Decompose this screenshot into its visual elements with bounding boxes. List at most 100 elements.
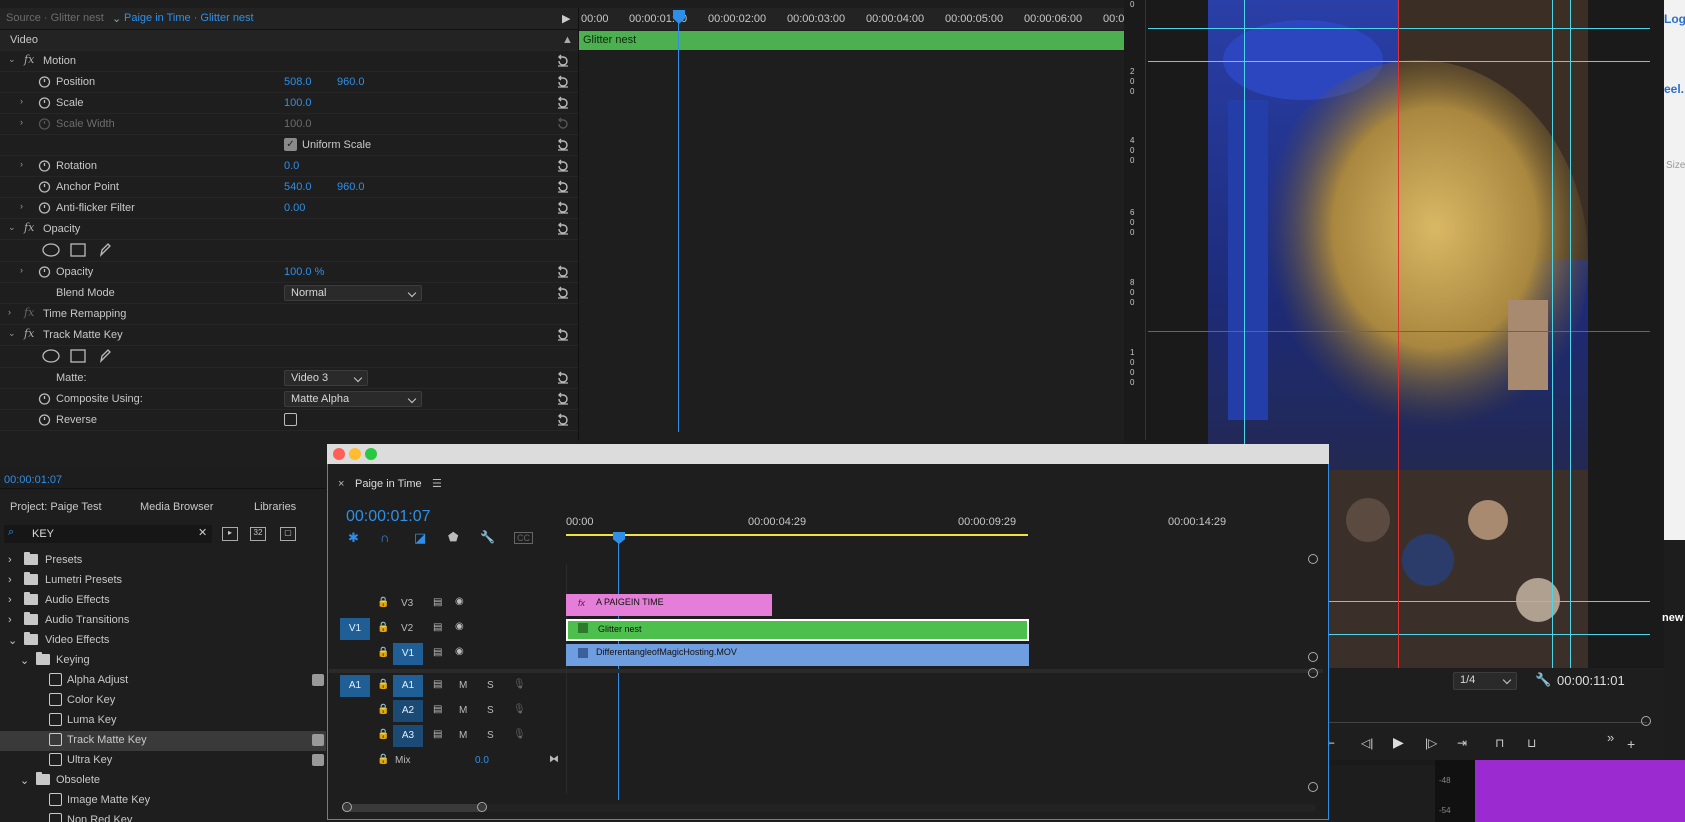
rotation-value[interactable]: 0.0 xyxy=(284,160,299,172)
sequence-tab[interactable]: Paige in Time xyxy=(355,478,422,490)
close-tab-icon[interactable]: × xyxy=(338,478,344,490)
ellipse-mask-icon[interactable] xyxy=(42,349,60,363)
opacity-section-row[interactable]: ⌄ fx Opacity xyxy=(0,219,578,240)
zoom-handle-left[interactable] xyxy=(342,802,352,812)
vertical-scroll-handle[interactable] xyxy=(1308,668,1318,678)
clip-video[interactable]: DifferentangleofMagicHosting.MOV xyxy=(566,644,1029,666)
chevron-down-icon[interactable]: ⌄ xyxy=(20,774,29,787)
mute-button[interactable]: M xyxy=(459,680,467,691)
stopwatch-icon[interactable] xyxy=(38,265,51,278)
chevron-right-icon[interactable]: › xyxy=(8,594,12,606)
reset-icon[interactable] xyxy=(556,75,570,89)
stopwatch-icon[interactable] xyxy=(38,201,51,214)
minimize-window-icon[interactable] xyxy=(349,448,361,460)
step-forward-icon[interactable]: |▷ xyxy=(1425,736,1437,750)
mix-value[interactable]: 0.0 xyxy=(475,755,489,766)
stopwatch-icon[interactable] xyxy=(38,180,51,193)
guide-vertical[interactable] xyxy=(1570,0,1571,668)
tab-effect-controls[interactable]: Paige in Time · Glitter nest xyxy=(124,12,254,24)
reset-icon[interactable] xyxy=(556,222,570,236)
anchor-y-value[interactable]: 960.0 xyxy=(337,181,365,193)
play-icon[interactable]: ▶ xyxy=(1393,734,1404,751)
tab-source[interactable]: Source · Glitter nest xyxy=(6,12,104,24)
reverse-checkbox[interactable] xyxy=(284,413,297,426)
list-item-color-key[interactable]: Color Key xyxy=(0,691,326,711)
stopwatch-icon[interactable] xyxy=(38,75,51,88)
linked-selection-icon[interactable]: ∩ xyxy=(380,530,389,545)
lock-icon[interactable]: 🔒 xyxy=(377,704,389,715)
source-patch-a1[interactable]: A1 xyxy=(340,675,370,697)
eye-icon[interactable]: ◉ xyxy=(455,646,464,657)
list-item-ultra-key[interactable]: Ultra Key xyxy=(0,751,326,771)
vertical-scroll-handle[interactable] xyxy=(1308,782,1318,792)
list-item-presets[interactable]: › Presets xyxy=(0,551,326,571)
reset-icon[interactable] xyxy=(556,265,570,279)
chevron-right-icon[interactable]: › xyxy=(20,201,23,211)
vertical-scroll-handle[interactable] xyxy=(1308,652,1318,662)
timeline-settings-icon[interactable]: 🔧 xyxy=(480,530,495,544)
sync-lock-icon[interactable]: ▤ xyxy=(433,597,442,608)
list-item-luma-key[interactable]: Luma Key xyxy=(0,711,326,731)
reset-icon[interactable] xyxy=(556,138,570,152)
sync-lock-icon[interactable]: ▤ xyxy=(433,647,442,658)
source-patch-v1[interactable]: V1 xyxy=(340,618,370,640)
effect-controls-ruler[interactable]: 00:00 00:00:01:00 00:00:02:00 00:00:03:0… xyxy=(579,8,1140,30)
lift-icon[interactable]: ⊓ xyxy=(1495,736,1504,750)
guide-horizontal[interactable] xyxy=(1148,28,1650,29)
scrub-bar[interactable] xyxy=(1327,722,1647,723)
timeline-ruler[interactable]: 00:00 00:00:04:29 00:00:09:29 00:00:14:2… xyxy=(566,510,1322,538)
list-item-keying[interactable]: ⌄ Keying xyxy=(0,651,326,671)
close-window-icon[interactable] xyxy=(333,448,345,460)
timeline-timecode[interactable]: 00:00:01:07 xyxy=(346,508,431,526)
chevron-right-icon[interactable]: › xyxy=(20,265,23,275)
time-remapping-row[interactable]: › fx Time Remapping xyxy=(0,304,578,325)
extract-icon[interactable]: ⊔ xyxy=(1527,736,1536,750)
position-x-value[interactable]: 508.0 xyxy=(284,76,312,88)
guide-center-horizontal[interactable] xyxy=(1148,331,1650,332)
clip-glitter-nest[interactable]: Glitter nest xyxy=(566,619,1029,641)
reset-icon[interactable] xyxy=(556,96,570,110)
sync-lock-icon[interactable]: ▤ xyxy=(433,679,442,690)
clear-search-icon[interactable]: ✕ xyxy=(198,526,207,539)
reset-icon[interactable] xyxy=(556,286,570,300)
guide-vertical[interactable] xyxy=(1552,0,1553,668)
vertical-scroll-handle[interactable] xyxy=(1308,554,1318,564)
chevron-right-icon[interactable]: › xyxy=(20,117,23,127)
track-target-a1[interactable]: A1 xyxy=(393,675,423,697)
solo-button[interactable]: S xyxy=(487,680,494,691)
track-divider[interactable] xyxy=(329,669,1323,673)
lock-icon[interactable]: 🔒 xyxy=(377,647,389,658)
tab-libraries[interactable]: Libraries xyxy=(254,501,296,513)
effect-controls-timecode[interactable]: 00:00:01:07 xyxy=(4,474,62,486)
chevron-down-icon[interactable]: ⌄ xyxy=(8,54,16,65)
stopwatch-icon[interactable] xyxy=(38,413,51,426)
sync-lock-icon[interactable]: ▤ xyxy=(433,622,442,633)
fx-icon[interactable]: fx xyxy=(24,327,34,340)
uniform-scale-checkbox[interactable]: ✓ xyxy=(284,138,297,151)
sync-lock-icon[interactable]: ▤ xyxy=(433,704,442,715)
list-item-obsolete[interactable]: ⌄ Obsolete xyxy=(0,771,326,791)
mix-pan-icon[interactable]: ⧓ xyxy=(549,754,559,765)
timeline-window-titlebar[interactable] xyxy=(327,444,1329,464)
list-item-alpha-adjust[interactable]: Alpha Adjust xyxy=(0,671,326,691)
solo-button[interactable]: S xyxy=(487,705,494,716)
list-item-audio-effects[interactable]: › Audio Effects xyxy=(0,591,326,611)
chevron-down-icon[interactable]: ⌄ xyxy=(8,634,17,647)
rectangle-mask-icon[interactable] xyxy=(70,243,86,257)
more-controls-icon[interactable]: » xyxy=(1607,730,1614,745)
tab-media-browser[interactable]: Media Browser xyxy=(140,501,213,513)
horizontal-scrollbar[interactable] xyxy=(342,804,1316,812)
collapse-arrow-icon[interactable]: ▲ xyxy=(562,34,573,46)
chevron-right-icon[interactable]: › xyxy=(8,307,11,317)
zoom-window-icon[interactable] xyxy=(365,448,377,460)
chevron-right-icon[interactable]: › xyxy=(20,159,23,169)
reset-icon[interactable] xyxy=(556,392,570,406)
zoom-handle-right[interactable] xyxy=(477,802,487,812)
wrench-icon[interactable]: 🔧 xyxy=(1535,672,1551,688)
composite-using-dropdown[interactable]: Matte Alpha xyxy=(284,391,422,407)
lock-icon[interactable]: 🔒 xyxy=(377,597,389,608)
horizontal-scroll-thumb[interactable] xyxy=(342,804,486,812)
scrub-end-handle[interactable] xyxy=(1641,716,1651,726)
lock-icon[interactable]: 🔒 xyxy=(377,729,389,740)
clip-title[interactable]: A PAIGEIN TIME xyxy=(566,594,772,616)
